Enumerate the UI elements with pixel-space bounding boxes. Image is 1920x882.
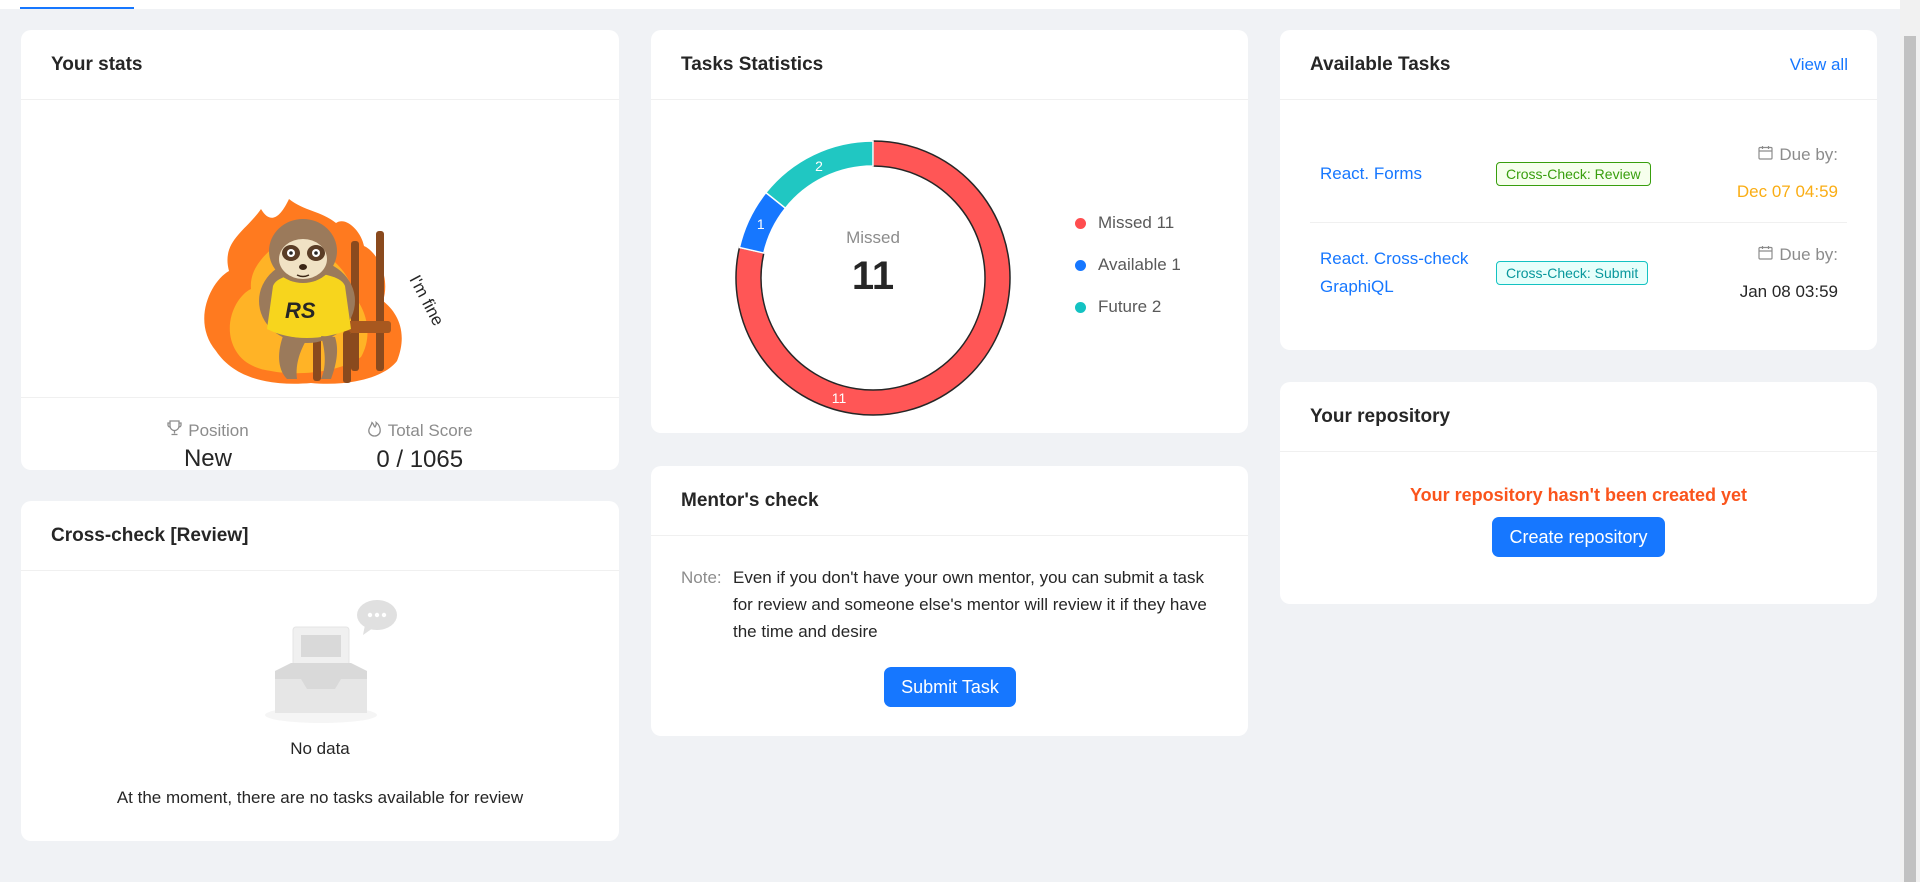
task-due: Due by: Dec 07 04:59 bbox=[1737, 145, 1847, 202]
no-tasks-message: At the moment, there are no tasks availa… bbox=[116, 788, 524, 807]
sloth-sticker: RS I'm fine bbox=[21, 101, 619, 398]
task-name-link[interactable]: React. Cross-check GraphiQL bbox=[1310, 245, 1496, 301]
top-nav-bar bbox=[0, 0, 1900, 9]
donut-center-value: 11 bbox=[851, 253, 895, 298]
score-label: Total Score bbox=[387, 421, 473, 440]
crosscheck-card-header: Cross-check [Review] bbox=[21, 501, 619, 571]
score-label-row: Total Score bbox=[367, 420, 473, 442]
legend-item-missed[interactable]: Missed 11 bbox=[1075, 202, 1181, 244]
chart-legend: Missed 11 Available 1 Future 2 bbox=[1075, 202, 1181, 328]
mentor-check-card: Mentor's check Note: Even if you don't h… bbox=[651, 466, 1248, 736]
legend-label: Missed 11 bbox=[1098, 213, 1175, 232]
tasks-stats-card-header: Tasks Statistics bbox=[651, 30, 1248, 100]
available-tasks-header: Available Tasks View all bbox=[1280, 30, 1877, 100]
trophy-icon bbox=[167, 420, 182, 441]
legend-item-available[interactable]: Available 1 bbox=[1075, 244, 1181, 286]
vertical-scrollbar[interactable] bbox=[1900, 0, 1920, 882]
create-repository-button[interactable]: Create repository bbox=[1492, 517, 1665, 557]
mentor-note: Note: Even if you don't have your own me… bbox=[681, 564, 1221, 645]
position-stat: Position New bbox=[167, 420, 249, 470]
legend-dot bbox=[1075, 259, 1086, 271]
task-type-tag: Cross-Check: Review bbox=[1496, 161, 1651, 186]
active-tab-indicator bbox=[20, 7, 134, 9]
position-label-row: Position bbox=[167, 420, 249, 441]
donut-center-label: Missed bbox=[846, 227, 900, 247]
sticker-text: I'm fine bbox=[405, 272, 447, 329]
fire-icon bbox=[367, 420, 382, 442]
due-label-row: Due by: bbox=[1737, 145, 1838, 165]
calendar-icon bbox=[1758, 245, 1774, 265]
note-label: Note: bbox=[681, 568, 722, 587]
repository-card: Your repository Your repository hasn't b… bbox=[1280, 382, 1877, 604]
legend-item-future[interactable]: Future 2 bbox=[1075, 286, 1181, 328]
submit-task-button[interactable]: Submit Task bbox=[884, 667, 1016, 707]
legend-dot bbox=[1075, 301, 1086, 313]
calendar-icon bbox=[1758, 145, 1774, 165]
legend-dot bbox=[1075, 217, 1086, 229]
task-due: Due by: Jan 08 03:59 bbox=[1740, 245, 1847, 302]
mentor-card-title: Mentor's check bbox=[681, 489, 819, 511]
task-name-link[interactable]: React. Forms bbox=[1310, 164, 1496, 184]
view-all-link[interactable]: View all bbox=[1790, 55, 1848, 75]
repository-card-header: Your repository bbox=[1280, 382, 1877, 452]
due-label: Due by: bbox=[1779, 145, 1838, 164]
legend-label: Future 2 bbox=[1098, 297, 1162, 316]
due-date: Jan 08 03:59 bbox=[1739, 281, 1838, 301]
due-label-row: Due by: bbox=[1740, 245, 1838, 265]
tasks-stats-card: Tasks Statistics 11 1 2 Missed 11 Missed 1… bbox=[651, 30, 1248, 433]
available-tasks-title: Available Tasks bbox=[1310, 53, 1451, 75]
stats-card-header: Your stats bbox=[21, 30, 619, 100]
task-row: React. Cross-check GraphiQL Cross-Check:… bbox=[1310, 224, 1847, 322]
score-stat: Total Score 0 / 1065 bbox=[367, 420, 473, 470]
repository-warning: Your repository hasn't been created yet bbox=[1409, 485, 1748, 505]
available-tasks-card: Available Tasks View all React. Forms Cr… bbox=[1280, 30, 1877, 350]
repository-card-title: Your repository bbox=[1310, 405, 1451, 427]
due-label: Due by: bbox=[1779, 244, 1838, 264]
empty-label: No data bbox=[290, 739, 350, 758]
legend-label: Available 1 bbox=[1098, 255, 1181, 274]
mentor-card-header: Mentor's check bbox=[651, 466, 1248, 536]
position-value: New bbox=[183, 445, 232, 470]
note-text: Even if you don't have your own mentor, … bbox=[733, 568, 1207, 641]
scrollbar-thumb[interactable] bbox=[1904, 36, 1916, 882]
donut-center: Missed 11 bbox=[723, 128, 1023, 428]
crosscheck-card: Cross-check [Review] No data At the mome… bbox=[21, 501, 619, 841]
crosscheck-card-title: Cross-check [Review] bbox=[51, 524, 249, 546]
score-value: 0 / 1065 bbox=[376, 446, 464, 470]
empty-inbox-icon bbox=[261, 599, 421, 727]
task-type-tag: Cross-Check: Submit bbox=[1496, 261, 1649, 285]
stats-summary: Position New Total Score 0 / 1065 bbox=[21, 398, 619, 470]
position-label: Position bbox=[188, 420, 249, 440]
stats-card-title: Your stats bbox=[51, 53, 143, 75]
due-date: Dec 07 04:59 bbox=[1736, 182, 1838, 201]
stats-card: Your stats RS I'm fine Position New Tota… bbox=[21, 30, 619, 470]
tasks-stats-card-title: Tasks Statistics bbox=[681, 53, 824, 75]
sticker-rs-badge: RS bbox=[285, 298, 316, 323]
task-row: React. Forms Cross-Check: Review Due by:… bbox=[1310, 125, 1847, 223]
